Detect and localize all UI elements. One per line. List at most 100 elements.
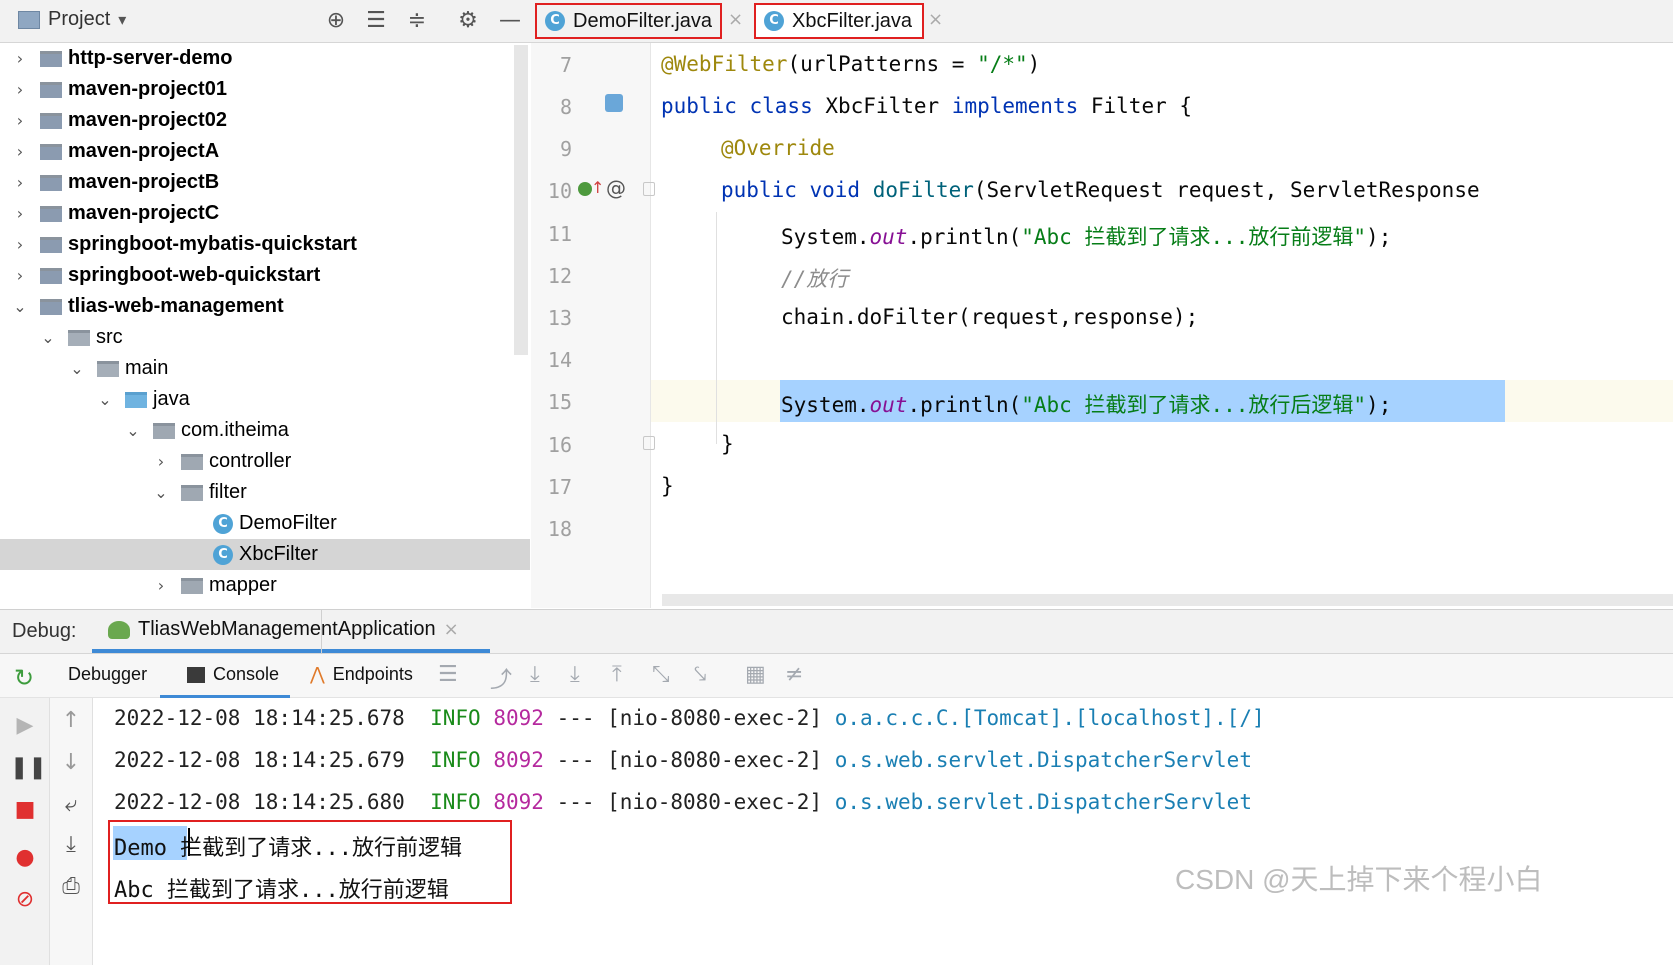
tree-item-src[interactable]: ⌄ src — [0, 322, 530, 353]
code-line-7[interactable]: @WebFilter(urlPatterns = "/*") — [661, 52, 1040, 76]
code-text: ) — [1027, 52, 1041, 76]
chevron-right-icon[interactable]: › — [10, 142, 30, 161]
mute-breakpoints-icon[interactable]: ⊘ — [10, 887, 40, 912]
code-line-13[interactable]: chain.doFilter(request,response); — [781, 305, 1198, 329]
tab-console[interactable]: Console — [187, 664, 279, 685]
tab-demofilter[interactable]: C DemoFilter.java — [535, 3, 722, 39]
chevron-down-icon[interactable]: ⌄ — [67, 359, 87, 378]
show-execution-point-icon[interactable]: ⤴ — [490, 662, 512, 694]
tree-item-maven-projectc[interactable]: › maven-projectC — [0, 198, 530, 229]
chevron-right-icon[interactable]: › — [151, 452, 171, 471]
code-line-9[interactable]: @Override — [721, 136, 835, 160]
module-folder-icon — [40, 143, 62, 160]
tree-item-springboot-mybatis-quickstart[interactable]: › springboot-mybatis-quickstart — [0, 229, 530, 260]
step-over-icon[interactable]: ⤓ — [530, 662, 540, 687]
minimize-icon[interactable]: — — [497, 8, 523, 34]
tree-item-demofilter[interactable]: C DemoFilter — [0, 508, 530, 539]
tree-item-main[interactable]: ⌄ main — [0, 353, 530, 384]
tab-endpoints[interactable]: ⋀ Endpoints — [310, 664, 413, 685]
pause-icon[interactable]: ❚❚ — [10, 755, 47, 780]
tree-item-http-server-demo[interactable]: › http-server-demo — [0, 43, 530, 74]
gear-icon[interactable]: ⚙ — [455, 8, 481, 34]
at-sign-icon[interactable]: @ — [606, 176, 626, 200]
crosshair-icon[interactable]: ⊕ — [323, 8, 349, 34]
chevron-down-icon[interactable]: ⌄ — [123, 421, 143, 440]
tree-scrollbar[interactable] — [514, 45, 528, 355]
tree-item-label: springboot-web-quickstart — [68, 264, 321, 286]
chevron-right-icon[interactable]: › — [10, 173, 30, 192]
tree-item-maven-projecta[interactable]: › maven-projectA — [0, 136, 530, 167]
tab-debugger[interactable]: Debugger — [68, 664, 147, 685]
run-to-cursor-icon[interactable]: ⤥ — [694, 662, 706, 687]
close-icon[interactable]: × — [928, 9, 943, 30]
chevron-down-icon[interactable]: ⌄ — [151, 483, 171, 502]
run-config-tab[interactable]: TliasWebManagementApplication × — [108, 618, 459, 641]
soft-wrap-icon[interactable]: ⤶ — [56, 792, 86, 817]
tree-item-mapper[interactable]: › mapper — [0, 570, 530, 601]
close-icon[interactable]: × — [444, 619, 459, 640]
tree-item-maven-project02[interactable]: › maven-project02 — [0, 105, 530, 136]
chevron-down-icon[interactable]: ⌄ — [95, 390, 115, 409]
expand-all-icon[interactable]: ☰ — [363, 8, 389, 34]
trace-icon[interactable]: ≠ — [785, 662, 803, 687]
chevron-right-icon[interactable]: › — [10, 204, 30, 223]
chevron-right-icon[interactable]: › — [10, 111, 30, 130]
tree-item-label: com.itheima — [181, 419, 289, 441]
tree-item-controller[interactable]: › controller — [0, 446, 530, 477]
arrow-up-icon[interactable]: ↑ — [591, 178, 604, 197]
tree-item-tlias-web-management[interactable]: ⌄ tlias-web-management — [0, 291, 530, 322]
code-line-8[interactable]: public class XbcFilter implements Filter… — [661, 94, 1192, 118]
chevron-right-icon[interactable]: › — [10, 266, 30, 285]
resume-icon[interactable]: ▶ — [10, 713, 40, 738]
drop-frame-icon[interactable]: ⤡ — [652, 662, 670, 687]
evaluate-expression-icon[interactable]: ▦ — [745, 662, 766, 687]
tree-item-xbcfilter[interactable]: C XbcFilter — [0, 539, 530, 570]
tree-item-com-itheima[interactable]: ⌄ com.itheima — [0, 415, 530, 446]
tree-item-label: springboot-mybatis-quickstart — [68, 233, 357, 255]
step-into-icon[interactable]: ⤓ — [570, 662, 580, 687]
chevron-right-icon[interactable]: › — [151, 576, 171, 595]
keyword: public void — [721, 178, 861, 202]
menu-icon[interactable]: ☰ — [438, 662, 458, 687]
code-line-17[interactable]: } — [661, 474, 674, 498]
tab-xbcfilter[interactable]: C XbcFilter.java — [754, 3, 924, 39]
servlet-filter-icon[interactable] — [605, 94, 623, 112]
chevron-right-icon[interactable]: › — [10, 80, 30, 99]
log-thread: [nio-8080-exec-2] — [607, 748, 823, 772]
stop-icon[interactable]: ■ — [10, 797, 40, 822]
tree-item-label: maven-project02 — [68, 109, 227, 131]
breakpoints-icon[interactable]: ● — [10, 845, 40, 870]
close-icon[interactable]: × — [728, 9, 743, 30]
tree-item-java[interactable]: ⌄ java — [0, 384, 530, 415]
chevron-down-icon[interactable]: ▾ — [118, 10, 126, 29]
editor-horizontal-scrollbar[interactable] — [662, 594, 1673, 606]
collapse-all-icon[interactable]: ≑ — [404, 8, 430, 34]
code-line-16[interactable]: } — [721, 432, 734, 456]
code-line-15[interactable]: System.out.println("Abc 拦截到了请求...放行后逻辑")… — [781, 389, 1391, 419]
arrow-down-icon[interactable]: ↓ — [56, 750, 86, 775]
tree-item-springboot-web-quickstart[interactable]: › springboot-web-quickstart — [0, 260, 530, 291]
chevron-right-icon[interactable]: › — [10, 235, 30, 254]
arrow-up-icon[interactable]: ↑ — [56, 708, 86, 733]
step-out-icon[interactable]: ⤒ — [612, 662, 622, 687]
tree-item-label: maven-projectA — [68, 140, 220, 162]
tab-label: Console — [213, 664, 280, 684]
code-line-10[interactable]: public void doFilter(ServletRequest requ… — [721, 178, 1480, 202]
scroll-to-end-icon[interactable]: ⤓ — [56, 832, 86, 857]
tree-item-maven-projectb[interactable]: › maven-projectB — [0, 167, 530, 198]
chevron-down-icon[interactable]: ⌄ — [10, 297, 30, 316]
chevron-down-icon[interactable]: ⌄ — [38, 328, 58, 347]
fold-icon[interactable] — [643, 182, 655, 196]
print-icon[interactable]: ⎙ — [56, 874, 86, 899]
tree-item-filter[interactable]: ⌄ filter — [0, 477, 530, 508]
code-line-12[interactable]: //放行 — [781, 263, 848, 293]
implements-marker-icon[interactable] — [578, 182, 592, 196]
tree-item-maven-project01[interactable]: › maven-project01 — [0, 74, 530, 105]
class-icon: C — [545, 11, 565, 31]
package-icon — [181, 577, 203, 594]
project-view-selector[interactable]: Project ▾ — [18, 8, 126, 31]
code-line-11[interactable]: System.out.println("Abc 拦截到了请求...放行前逻辑")… — [781, 221, 1391, 251]
rerun-icon[interactable]: ↻ — [14, 664, 34, 692]
fold-icon[interactable] — [643, 436, 655, 450]
chevron-right-icon[interactable]: › — [10, 49, 30, 68]
